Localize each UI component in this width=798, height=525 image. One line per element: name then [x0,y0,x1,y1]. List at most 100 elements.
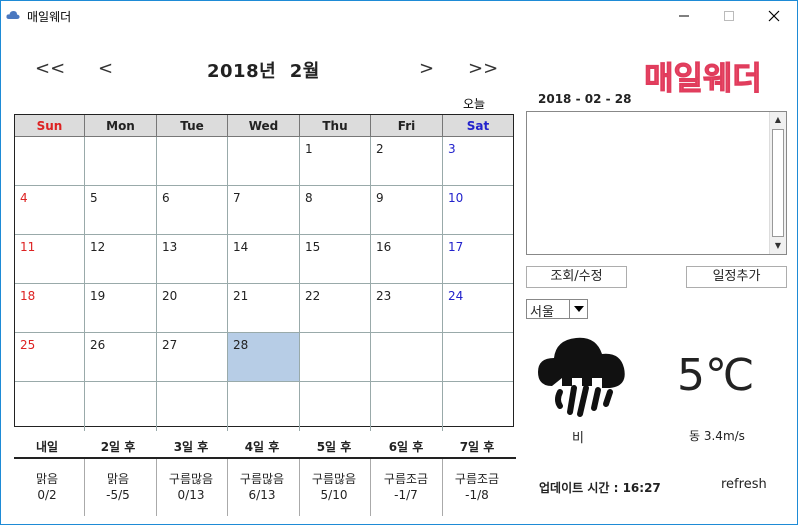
forecast-day-label: 6일 후 [388,440,424,454]
calendar-empty-cell[interactable] [300,382,371,431]
app-window: 매일웨더 << < 2018년 2월 > >> 오늘 Sun Mon Tue Wed T… [0,0,798,525]
selected-date: 2018 - 02 - 28 [538,92,632,106]
calendar-day[interactable]: 26 [85,333,157,382]
calendar-empty-cell[interactable] [300,333,371,382]
calendar-empty-cell[interactable] [85,382,157,431]
schedule-memo[interactable]: ▲ ▼ [526,111,787,255]
app-logo: 매일웨더 [644,59,763,98]
weekday-mon: Mon [85,115,157,136]
close-icon [768,10,780,22]
forecast-temps: 5/10 [320,488,348,502]
calendar-empty-cell[interactable] [371,382,443,431]
forecast-temps: 6/13 [248,488,276,502]
weekday-thu: Thu [300,115,371,136]
weekday-sat: Sat [466,119,490,133]
calendar-empty-cell[interactable] [228,382,300,431]
forecast-condition: 구름조금 [454,472,500,486]
today-button[interactable]: 오늘 [463,95,485,112]
calendar-day[interactable]: 6 [157,186,228,235]
forecast-divider [14,457,516,459]
next-month-button[interactable]: > [419,59,434,79]
calendar-day[interactable]: 12 [85,235,157,284]
calendar-empty-cell[interactable] [371,333,443,382]
weekday-tue: Tue [157,115,228,136]
forecast-condition: 구름조금 [383,472,429,486]
maximize-button[interactable] [706,1,752,31]
calendar-day[interactable]: 19 [85,284,157,333]
forecast-separator [299,459,300,516]
weekday-header: Sun Mon Tue Wed Thu Fri Sat [15,115,513,137]
close-button[interactable] [751,1,797,31]
calendar-day[interactable]: 4 [15,186,85,235]
add-schedule-button[interactable]: 일정추가 [686,266,787,288]
forecast-temps: 0/13 [177,488,205,502]
calendar-empty-cell[interactable] [15,382,85,431]
title-bar: 매일웨더 [1,1,797,31]
calendar-empty-cell[interactable] [157,137,228,186]
forecast-day-label: 5일 후 [316,440,352,454]
cloud-icon [6,11,20,19]
calendar-day[interactable]: 14 [228,235,300,284]
calendar-day[interactable]: 16 [371,235,443,284]
minimize-icon [679,15,689,17]
calendar-day[interactable]: 13 [157,235,228,284]
forecast-separator [227,459,228,516]
update-time: 업데이트 시간 : 16:27 [539,481,661,495]
forecast-separator [156,459,157,516]
calendar-day[interactable]: 23 [371,284,443,333]
calendar-day[interactable]: 22 [300,284,371,333]
svg-text:매일웨더: 매일웨더 [644,59,762,97]
forecast-condition: 구름많음 [311,472,357,486]
calendar-day[interactable]: 21 [228,284,300,333]
calendar-day[interactable]: 10 [443,186,513,235]
calendar-empty-cell[interactable] [228,137,300,186]
forecast-temps: 0/2 [37,488,57,502]
city-select[interactable]: 서울 [526,299,588,320]
calendar-day[interactable]: 24 [443,284,513,333]
calendar-day[interactable]: 9 [371,186,443,235]
memo-scrollbar[interactable]: ▲ ▼ [769,112,786,254]
prev-month-button[interactable]: < [98,59,113,79]
calendar-day[interactable]: 15 [300,235,371,284]
calendar-day[interactable]: 7 [228,186,300,235]
forecast-condition: 구름많음 [168,472,214,486]
scroll-down-icon[interactable]: ▼ [770,238,786,254]
dropdown-arrow-icon[interactable] [569,300,587,318]
calendar-day[interactable]: 25 [15,333,85,382]
calendar-day[interactable]: 1 [300,137,371,186]
calendar-day[interactable]: 18 [15,284,85,333]
calendar-day[interactable]: 28 [228,333,300,382]
forecast-day-label: 3일 후 [173,440,209,454]
forecast-temps: -5/5 [106,488,130,502]
view-edit-button[interactable]: 조회/수정 [526,266,627,288]
calendar-day[interactable]: 5 [85,186,157,235]
forecast-condition: 맑음 [35,472,59,486]
scroll-up-icon[interactable]: ▲ [770,112,786,128]
refresh-button[interactable]: refresh [721,477,767,492]
weekday-wed: Wed [228,115,300,136]
calendar-empty-cell[interactable] [85,137,157,186]
forecast-temps: -1/8 [465,488,489,502]
calendar-day[interactable]: 20 [157,284,228,333]
prev-year-button[interactable]: << [35,59,65,79]
calendar-day[interactable]: 8 [300,186,371,235]
calendar-day[interactable]: 17 [443,235,513,284]
weather-condition: 비 [572,431,584,446]
scroll-thumb[interactable] [772,129,784,237]
calendar-day[interactable]: 11 [15,235,85,284]
city-value: 서울 [530,305,554,320]
calendar-empty-cell[interactable] [443,333,513,382]
forecast-day-label: 2일 후 [100,440,136,454]
weekday-sun: Sun [15,115,85,136]
next-year-button[interactable]: >> [468,59,498,79]
calendar-empty-cell[interactable] [157,382,228,431]
calendar-empty-cell[interactable] [15,137,85,186]
forecast-day-label: 4일 후 [244,440,280,454]
wind-info: 동 3.4m/s [689,429,745,443]
minimize-button[interactable] [661,1,707,31]
calendar-day[interactable]: 2 [371,137,443,186]
window-title: 매일웨더 [27,10,72,24]
calendar-day[interactable]: 27 [157,333,228,382]
calendar-empty-cell[interactable] [443,382,513,431]
calendar-day[interactable]: 3 [443,137,513,186]
